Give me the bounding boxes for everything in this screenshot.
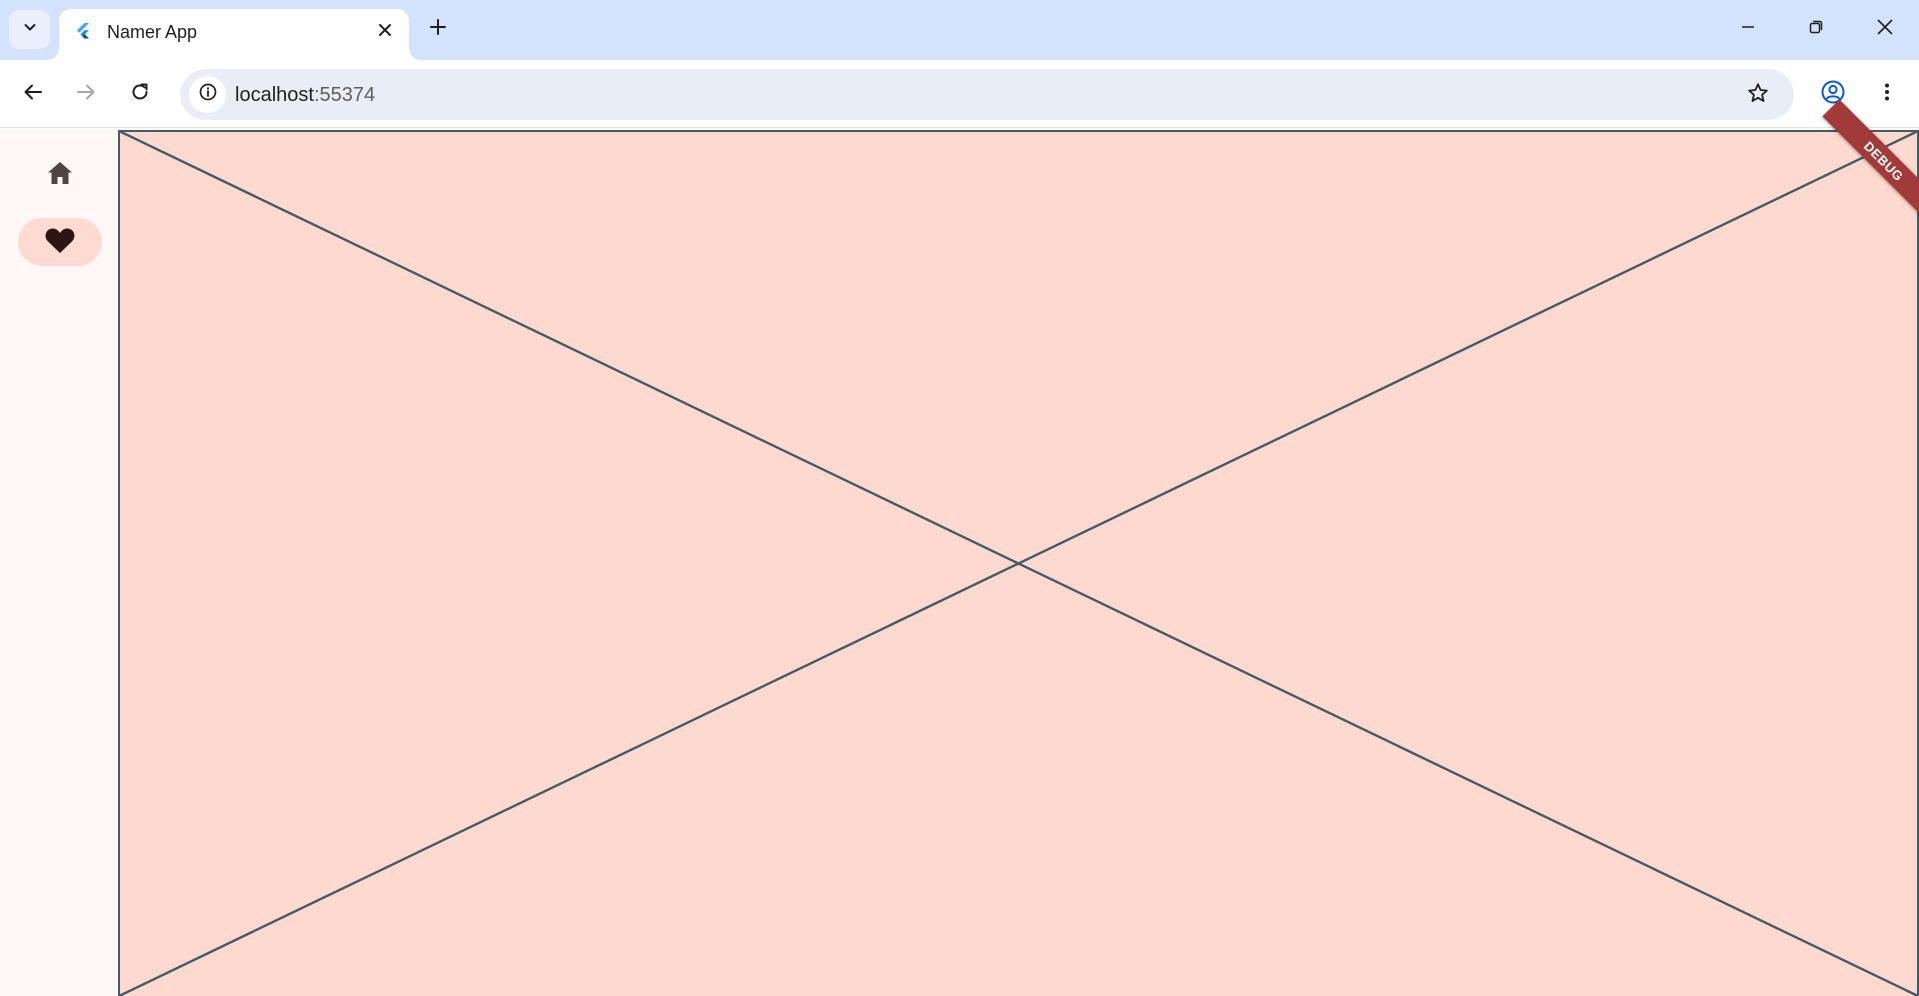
arrow-left-icon [22, 81, 44, 108]
browser-tab-active[interactable]: Namer App [59, 9, 409, 60]
heart-icon [44, 225, 76, 260]
url-port: :55374 [313, 84, 376, 106]
navigation-rail [0, 129, 118, 996]
url-text[interactable]: localhost:55374 [235, 83, 375, 107]
home-icon [45, 158, 75, 193]
more-vert-icon [1876, 81, 1898, 108]
close-window-button[interactable] [1851, 0, 1919, 58]
url-host: localhost [235, 84, 314, 106]
tab-search-button[interactable] [9, 10, 50, 49]
minimize-icon [1740, 19, 1756, 40]
info-icon [198, 82, 218, 107]
placeholder-x [118, 130, 1919, 996]
reload-button[interactable] [120, 74, 160, 114]
rail-item-favorites[interactable] [18, 218, 102, 266]
minimize-button[interactable] [1714, 0, 1782, 58]
close-icon [378, 23, 392, 42]
restore-button[interactable] [1782, 0, 1850, 58]
star-icon [1746, 81, 1770, 110]
new-tab-button[interactable] [421, 12, 455, 46]
close-tab-button[interactable] [371, 18, 399, 46]
browser-menu-button[interactable] [1867, 74, 1907, 114]
bookmark-button[interactable] [1740, 77, 1776, 113]
restore-icon [1808, 19, 1824, 40]
chevron-down-icon [22, 19, 38, 40]
address-bar[interactable]: localhost:55374 [180, 69, 1794, 120]
plus-icon [429, 18, 447, 41]
tab-strip: Namer App [0, 0, 1919, 60]
close-icon [1876, 18, 1894, 41]
browser-toolbar: localhost:55374 [0, 60, 1919, 128]
forward-button[interactable] [66, 74, 106, 114]
reload-icon [129, 81, 151, 108]
rail-item-home[interactable] [18, 151, 102, 199]
app-viewport: DEBUG [0, 99, 1919, 996]
arrow-right-icon [75, 81, 97, 108]
back-button[interactable] [13, 74, 53, 114]
flutter-logo-icon [73, 21, 93, 41]
site-info-button[interactable] [189, 76, 226, 113]
tab-title: Namer App [107, 22, 198, 42]
placeholder-graphic [118, 130, 1919, 996]
